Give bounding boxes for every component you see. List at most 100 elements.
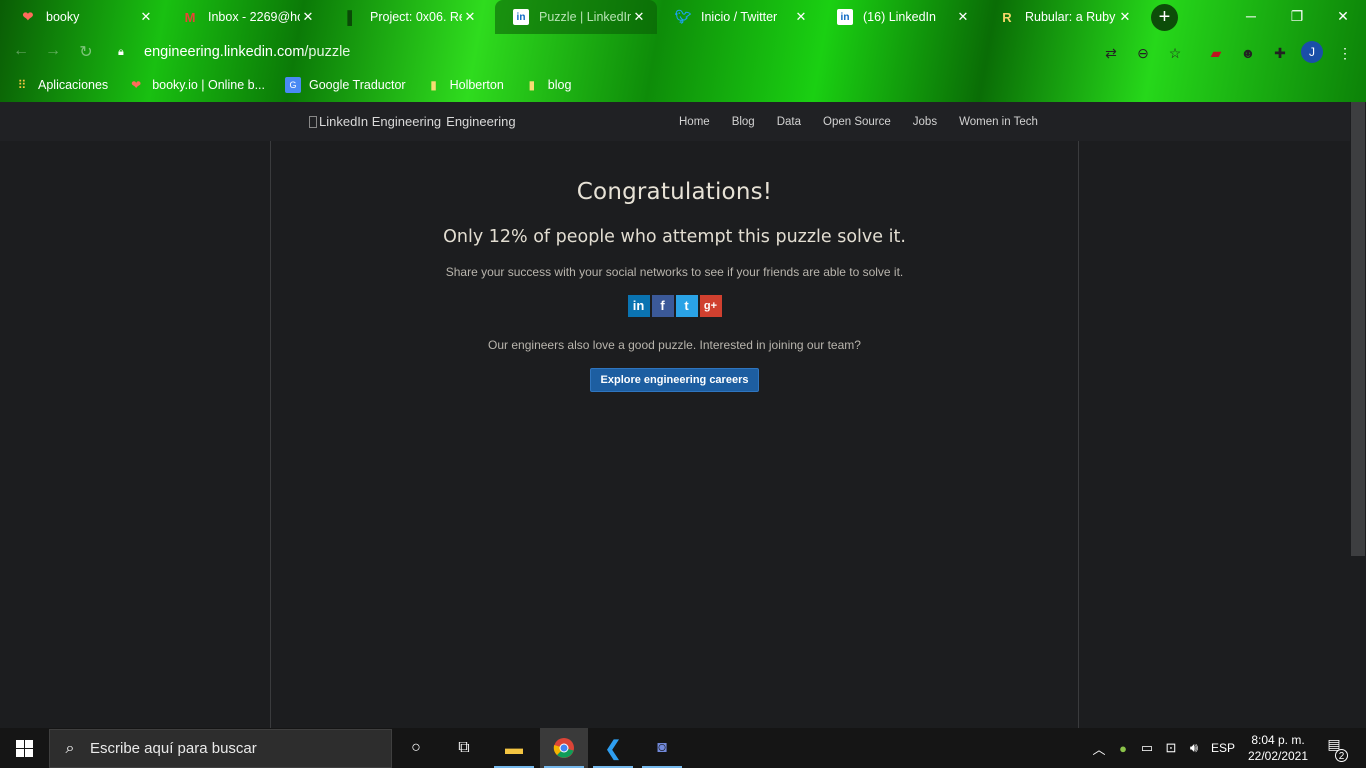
close-icon[interactable]: ✕ [300,9,316,25]
nav-home[interactable]: Home [679,116,710,128]
new-tab-button[interactable]: + [1151,4,1178,31]
notification-count: 2 [1335,749,1348,762]
folder-icon: ▮ [528,78,536,92]
nav-jobs[interactable]: Jobs [913,116,937,128]
tab-booky[interactable]: ❤ booky ✕ [2,0,164,34]
chrome-icon[interactable] [540,728,588,768]
vscode-icon[interactable]: ❮ [589,728,637,768]
taskbar-search[interactable]: ⌕ Escribe aquí para buscar [49,729,392,768]
address-bar[interactable]: 🔒︎ engineering.linkedin.com/puzzle [108,37,1108,67]
bookmarks-bar: ⠿ Aplicaciones ❤ booky.io | Online b... … [0,70,1366,100]
translate-icon[interactable]: ⇄ [1100,42,1122,64]
heart-icon: ❤ [22,9,34,24]
volume-icon[interactable]: 🔊︎ [1184,728,1204,768]
web-page: LinkedIn Engineering Engineering Home Bl… [0,102,1366,728]
minimize-icon[interactable]: ─ [1228,0,1274,32]
page-title: Congratulations! [576,179,773,205]
pdf-extension-icon[interactable]: ▰ [1205,42,1227,64]
tab-twitter[interactable]: 🐦︎ Inicio / Twitter ✕ [657,0,819,34]
bookmark-star-icon[interactable]: ☆ [1164,42,1186,64]
holberton-icon: ▌ [347,9,357,25]
close-icon[interactable]: ✕ [631,9,647,25]
tab-rubular[interactable]: R Rubular: a Ruby re ✕ [981,0,1143,34]
tab-title: (16) LinkedIn [863,10,936,24]
linkedin-icon: in [837,9,853,25]
heart-icon: ❤ [131,78,142,92]
task-view-icon[interactable]: ⧉ [440,728,488,768]
restore-icon[interactable]: ❐ [1274,0,1320,32]
apps-grid-icon: ⠿ [17,78,27,92]
tab-title: Puzzle | LinkedIn E [539,10,631,24]
back-icon[interactable]: ← [10,42,32,64]
language-indicator[interactable]: ESP [1208,728,1238,768]
bookmark-apps[interactable]: ⠿ Aplicaciones [14,77,109,93]
discord-icon[interactable]: ◙ [638,728,686,768]
site-header: LinkedIn Engineering Engineering Home Bl… [0,102,1366,141]
close-icon[interactable]: ✕ [138,9,154,25]
tab-linkedin[interactable]: in (16) LinkedIn ✕ [819,0,981,34]
tab-inbox[interactable]: M Inbox - 2269@holb ✕ [164,0,326,34]
taskbar-clock[interactable]: 8:04 p. m. 22/02/2021 [1240,732,1316,764]
close-icon[interactable]: ✕ [1117,9,1133,25]
bookmark-label: booky.io | Online b... [152,78,265,92]
battery-icon[interactable]: ▭ [1137,728,1157,768]
tray-chevron-up-icon[interactable]: ︿ [1090,728,1108,768]
nav-women-in-tech[interactable]: Women in Tech [959,116,1038,128]
network-icon[interactable]: ⊡ [1160,728,1182,768]
tab-strip: ❤ booky ✕ M Inbox - 2269@holb ✕ ▌ Projec… [0,0,1366,34]
close-icon[interactable]: ✕ [955,9,971,25]
windows-start-icon[interactable] [0,728,48,768]
tab-project[interactable]: ▌ Project: 0x06. Regul ✕ [326,0,488,34]
nav-open-source[interactable]: Open Source [823,116,891,128]
page-scrollbar[interactable] [1350,102,1366,728]
notification-center-icon[interactable]: ▤ 2 [1322,736,1348,762]
twitter-share-icon[interactable]: t [675,295,698,317]
social-share-buttons: in f t g+ [271,295,1078,317]
extension-mask-icon[interactable]: ☻ [1237,42,1259,64]
explore-careers-button[interactable]: Explore engineering careers [589,368,760,392]
bookmark-booky[interactable]: ❤ booky.io | Online b... [128,77,265,93]
tab-title: Project: 0x06. Regul [370,10,462,24]
google-plus-share-icon[interactable]: g+ [699,295,722,317]
forward-icon[interactable]: → [42,42,64,64]
site-logo[interactable]: LinkedIn Engineering Engineering [309,114,516,129]
facebook-share-icon[interactable]: f [651,295,674,317]
zoom-out-icon[interactable]: ⊖ [1132,42,1154,64]
engineers-text: Our engineers also love a good puzzle. I… [488,338,861,352]
tab-title: booky [46,10,80,24]
bookmark-holberton[interactable]: ▮ Holberton [426,77,504,93]
bookmark-google-translate[interactable]: G Google Traductor [285,77,406,93]
google-translate-icon: G [285,77,301,93]
bookmark-label: blog [547,78,572,92]
logo-alt-text: LinkedIn Engineering [319,114,442,129]
search-placeholder: Escribe aquí para buscar [90,740,257,757]
twitter-icon: 🐦︎ [674,9,692,24]
profile-avatar[interactable]: J [1301,41,1323,63]
browser-chrome: ❤ booky ✕ M Inbox - 2269@holb ✕ ▌ Projec… [0,0,1366,102]
bookmark-label: Aplicaciones [38,78,109,92]
scrollbar-thumb[interactable] [1351,102,1365,556]
gmail-icon: M [184,9,196,25]
bookmark-label: Holberton [449,78,504,92]
tray-app-icon[interactable]: ● [1113,728,1133,768]
clock-time: 8:04 p. m. [1251,733,1305,747]
clock-date: 22/02/2021 [1247,749,1309,763]
cortana-icon[interactable]: ○ [392,728,440,768]
folder-icon: ▮ [430,78,437,92]
reload-icon[interactable]: ↻ [75,42,97,64]
file-explorer-icon[interactable]: ▬ [490,728,538,768]
extensions-puzzle-icon[interactable]: ✚ [1269,42,1291,64]
linkedin-share-icon[interactable]: in [627,295,650,317]
menu-kebab-icon[interactable]: ⋮ [1334,42,1356,64]
close-icon[interactable]: ✕ [462,9,478,25]
bookmark-blog[interactable]: ▮ blog [524,77,572,93]
puzzle-stat: Only 12% of people who attempt this puzz… [443,227,906,247]
rubular-icon: R [1002,9,1012,25]
windows-taskbar: ⌕ Escribe aquí para buscar ○ ⧉ ▬ ❮ ◙ ︿ ●… [0,728,1366,768]
close-window-icon[interactable]: ✕ [1320,0,1366,32]
close-icon[interactable]: ✕ [793,9,809,25]
nav-blog[interactable]: Blog [732,116,755,128]
bookmark-label: Google Traductor [309,78,406,92]
tab-puzzle-linkedin[interactable]: in Puzzle | LinkedIn E ✕ [495,0,657,34]
nav-data[interactable]: Data [777,116,801,128]
